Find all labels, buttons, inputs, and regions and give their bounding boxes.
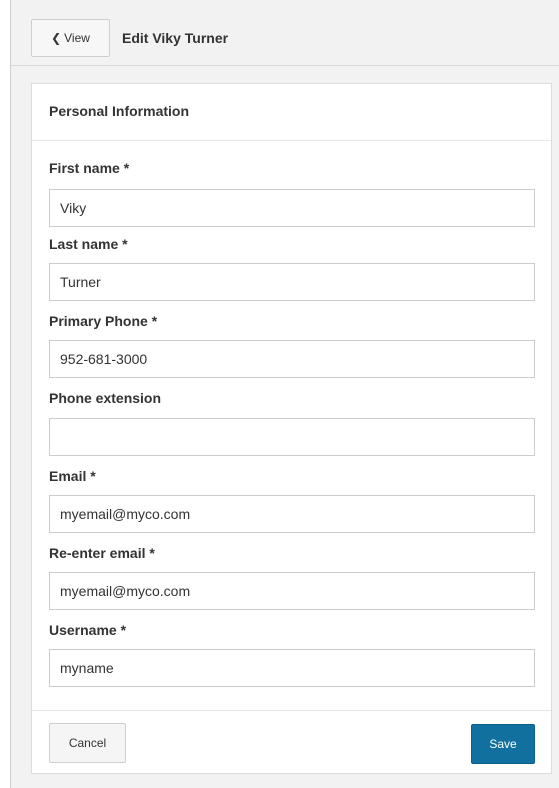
app-frame: ❮ View Edit Viky Turner Personal Informa… <box>10 0 559 788</box>
last-name-label: Last name * <box>49 236 128 252</box>
phone-extension-input[interactable] <box>49 418 535 456</box>
username-input[interactable] <box>49 649 535 687</box>
primary-phone-input[interactable] <box>49 340 535 378</box>
last-name-input[interactable] <box>49 263 535 301</box>
save-button[interactable]: Save <box>471 724 535 764</box>
personal-information-card: Personal Information First name * Last n… <box>31 83 552 774</box>
email-input[interactable] <box>49 495 535 533</box>
first-name-input[interactable] <box>49 189 535 227</box>
page-title: Edit Viky Turner <box>122 30 229 46</box>
reenter-email-label: Re-enter email * <box>49 545 155 561</box>
back-to-view-button[interactable]: ❮ View <box>31 19 110 57</box>
reenter-email-input[interactable] <box>49 572 535 610</box>
primary-phone-label: Primary Phone * <box>49 313 158 329</box>
username-label: Username * <box>49 622 127 638</box>
cancel-button[interactable]: Cancel <box>49 723 126 763</box>
phone-extension-label: Phone extension <box>49 390 162 406</box>
email-label: Email * <box>49 468 96 484</box>
back-button-label: View <box>64 31 90 45</box>
chevron-left-icon: ❮ <box>51 31 62 45</box>
first-name-label: First name * <box>49 160 130 176</box>
form-footer: Cancel Save <box>32 710 551 773</box>
top-bar: ❮ View Edit Viky Turner <box>11 0 559 66</box>
section-title: Personal Information <box>32 84 551 141</box>
